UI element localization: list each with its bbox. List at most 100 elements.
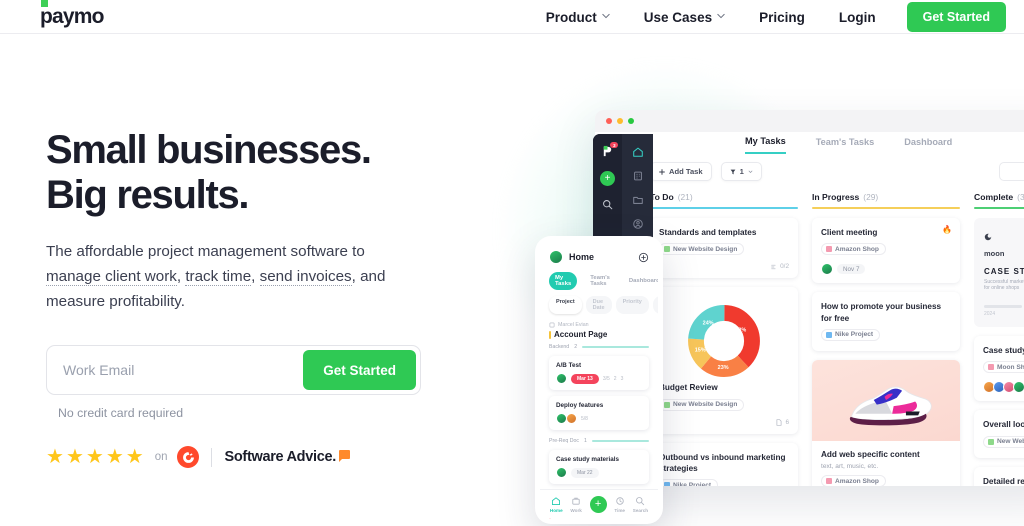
avatar[interactable] [821,263,833,276]
star-icon: ★ [105,446,124,469]
board-search-field[interactable] [999,162,1024,181]
avatar[interactable] [566,413,577,424]
window-minimize-icon[interactable] [617,118,623,124]
nav-item-login[interactable]: Login [822,10,893,25]
page-title: Small businesses. Big results. [46,128,466,218]
tab-my-tasks[interactable]: My Tasks [745,136,786,154]
tab-dashboard[interactable]: Dashboard [904,137,952,153]
plus-circle-icon[interactable] [638,252,649,263]
phone-nav-add-button[interactable]: + [589,496,607,513]
filter-button[interactable]: 1 [720,162,762,181]
mobile-app-mockup: Home My Tasks Team's Tasks Dashboard Pro… [535,236,663,524]
svg-text:24%: 24% [703,321,714,327]
browser-titlebar [595,110,1024,132]
case-study-title: CASE STUDY [984,267,1024,276]
due-date-badge: Nov 7 [837,264,866,275]
column-count: (3 of 5 [1017,192,1024,202]
building-icon[interactable] [632,170,644,182]
phone-nav-time[interactable]: Time [614,496,625,513]
task-card[interactable]: 38% 23% 15% 24% Budget Review New Websit… [650,287,798,434]
search-icon[interactable] [602,199,613,210]
avatar[interactable] [556,467,567,478]
file-count: 6 [785,418,789,426]
project-chip: Nike Project [821,328,881,341]
phone-task-card[interactable]: Case study materials Mar 22 [549,450,649,484]
phone-client-row: Marcel Evian [549,322,649,328]
phone-project-name-row[interactable]: Account Page [549,330,649,339]
nav-item-use-cases[interactable]: Use Cases [627,10,742,25]
filter-icon [730,169,736,174]
subhead-link-track-time[interactable]: track time [185,268,252,286]
software-advice-logo[interactable]: Software Advice. [224,449,350,465]
phone-section-row: Pre-Req Doc 1 [549,438,649,444]
no-credit-card-note: No credit card required [58,406,184,421]
task-card[interactable]: 🔥 Client meeting Amazon Shop Nov 7 [812,218,960,284]
phone-section-line [582,346,649,348]
phone-section-name: Backend [549,344,570,350]
project-chip: New Website Design [659,243,745,256]
nav-item-pricing[interactable]: Pricing [742,10,822,25]
avatar[interactable] [556,373,567,384]
sidebar-add-button[interactable]: + [600,171,615,186]
phone-section-line [591,440,649,442]
phone-tab-teams-tasks[interactable]: Team's Tasks [584,272,616,290]
filter-chip-due-date[interactable]: Due Date [585,296,612,314]
avatar[interactable] [1013,381,1024,394]
phone-filter-chips: Project Due Date Priority Progress [540,290,658,314]
avatar[interactable] [549,250,563,264]
tab-teams-tasks[interactable]: Team's Tasks [816,137,875,153]
task-card[interactable]: Detailed requi Website Red [974,466,1024,486]
form-get-started-button[interactable]: Get Started [303,350,416,391]
task-card[interactable]: Case study ma Moon Shop [974,336,1024,402]
window-maximize-icon[interactable] [628,118,634,124]
project-chip-label: Amazon Shop [835,477,879,485]
filter-chip-priority[interactable]: Priority [615,296,649,314]
phone-tab-my-tasks[interactable]: My Tasks [549,272,578,290]
task-card[interactable]: How to promote your business for free Ni… [812,292,960,351]
person-icon[interactable] [632,218,644,230]
filter-count: 1 [739,167,744,176]
phone-nav-work[interactable]: Work [570,496,582,513]
plus-icon [659,168,665,175]
subhead-link-send-invoices[interactable]: send invoices [259,268,352,286]
task-card[interactable]: Standards and templates New Website Desi… [650,218,798,279]
sidebar-paymo-logo[interactable]: 3 [601,142,618,158]
phone-tab-bar: My Tasks Team's Tasks Dashboard [540,264,658,290]
g2-logo-icon[interactable] [177,446,200,469]
phone-task-card[interactable]: A/B Test Mar 13 3/5 2 3 [549,356,649,390]
home-icon[interactable] [632,146,644,158]
filter-chip-progress[interactable]: Progress [652,296,658,314]
task-card[interactable]: Outbound vs inbound marketing strategies… [650,442,798,486]
chevron-down-icon [717,12,725,20]
task-title: How to promote your business for free [821,302,942,323]
task-cover-image [812,359,960,441]
add-task-button[interactable]: Add Task [650,162,712,181]
phone-nav-home[interactable]: Home [550,496,563,513]
task-card[interactable]: Add web specific content text, art, musi… [812,359,960,486]
nav-item-product[interactable]: Product [529,10,627,25]
project-icon [988,364,994,371]
paymo-logo[interactable]: paymo [40,0,104,29]
subhead-link-manage-client-work[interactable]: manage client work [46,268,177,286]
star-icon: ★ [65,446,84,469]
phone-nav-search[interactable]: Search [633,496,648,513]
project-chip: Moon Shop [983,361,1024,374]
phone-section-count: 2 [574,344,578,350]
folder-icon[interactable] [632,194,644,206]
sneaker-image [849,386,932,426]
phone-tab-dashboard[interactable]: Dashboard [623,275,658,287]
column-rule [650,207,798,209]
task-title: Case study ma [983,346,1024,355]
work-email-input[interactable] [47,362,304,379]
nav-get-started-button[interactable]: Get Started [906,2,1006,32]
subhead-text-3: , [251,268,260,285]
column-header: In Progress (29) [812,192,960,207]
task-title: Standards and templates [659,228,757,237]
phone-task-card[interactable]: Deploy features 5/8 [549,396,649,430]
window-close-icon[interactable] [606,118,612,124]
case-study-desc-2: for online shops [984,285,1020,291]
filter-chip-project[interactable]: Project [549,296,582,314]
task-card[interactable]: Overall look an New Websit [974,410,1024,458]
star-rating: ★ ★ ★ ★ ★ [46,447,144,467]
chevron-down-icon [602,12,610,20]
